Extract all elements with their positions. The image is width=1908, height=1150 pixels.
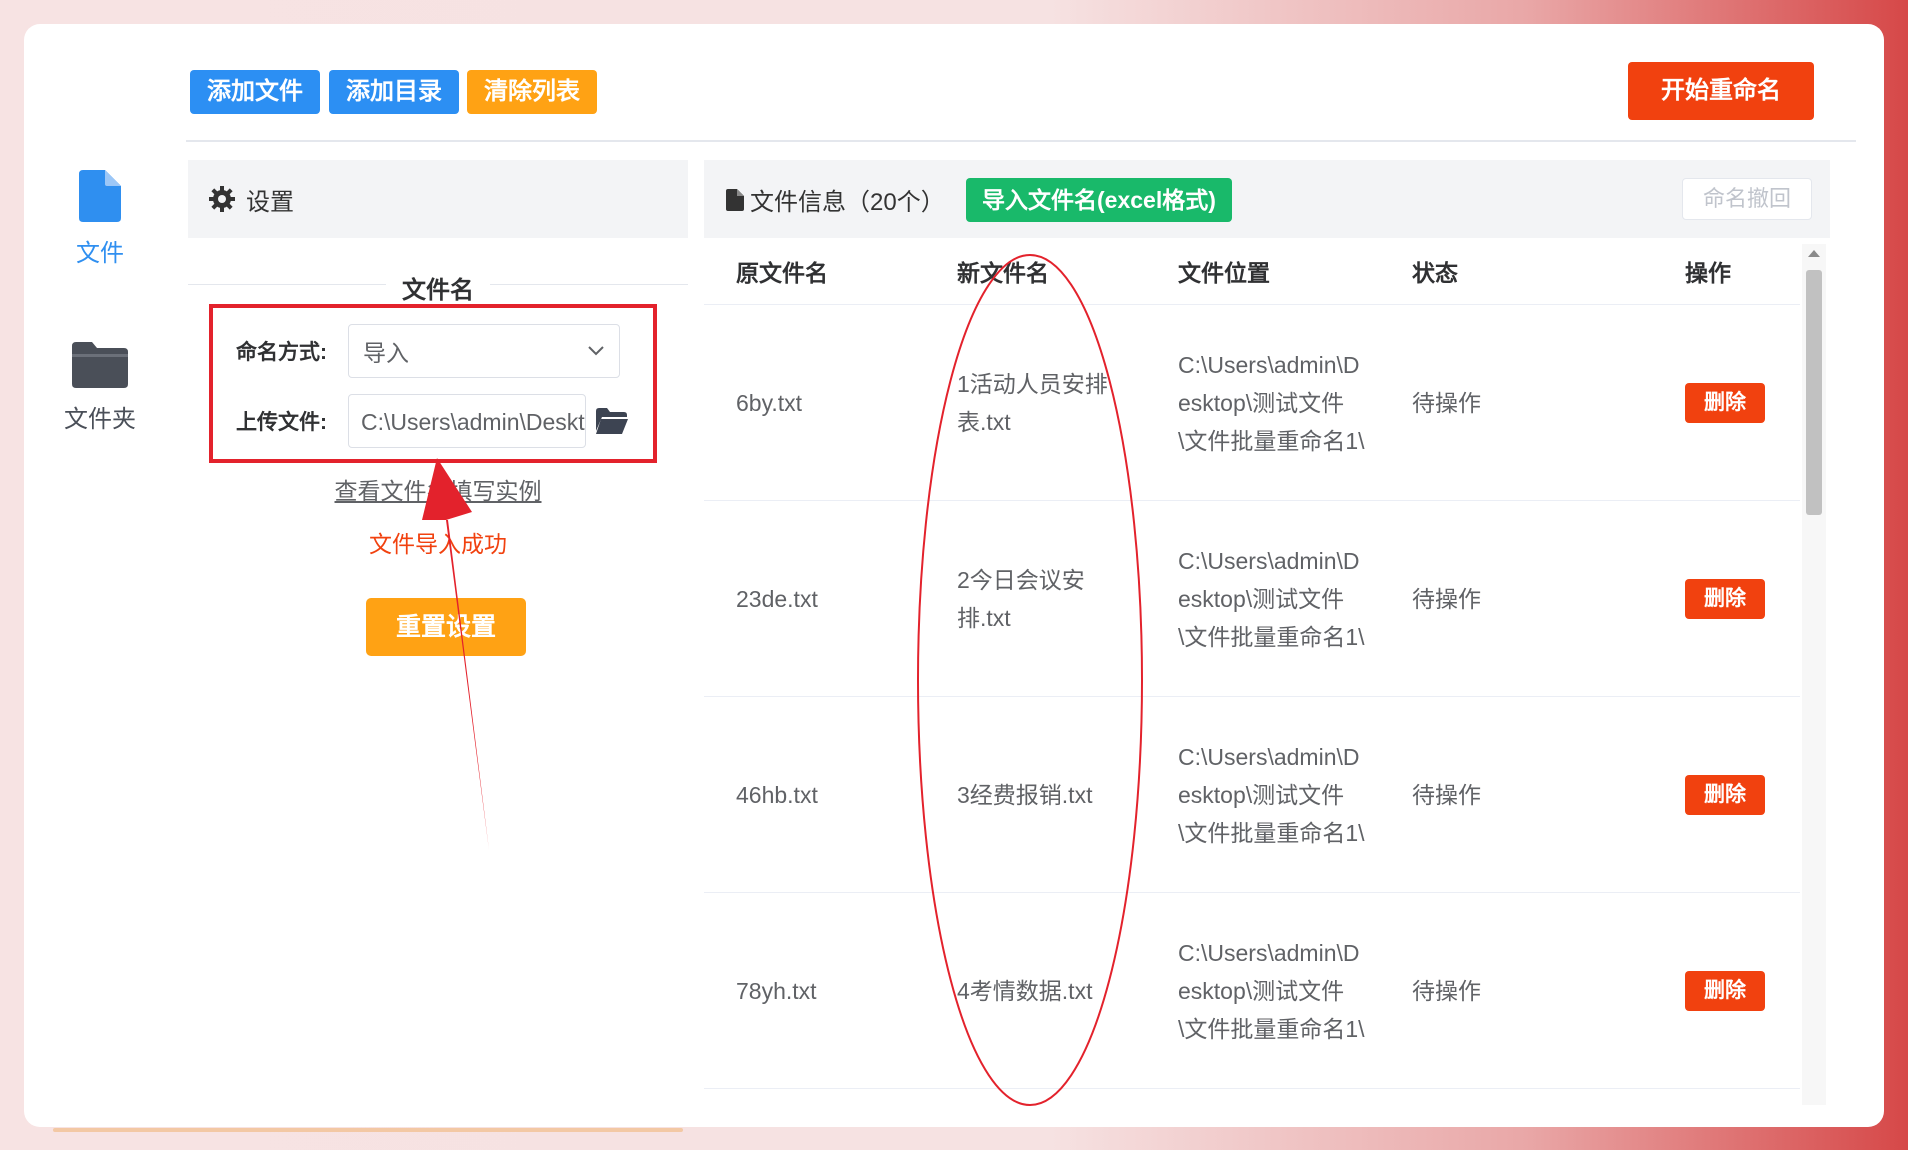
table-header-row: 原文件名 新文件名 文件位置 状态 操作 [704,238,1800,305]
delete-button[interactable]: 删除 [1685,579,1765,619]
bottom-accent-line [53,1128,683,1132]
gear-icon [209,186,235,212]
new-name-cell: 1活动人员安排表.txt [925,304,1146,501]
file-list-header: 文件信息（20个） 导入文件名(excel格式) 命名撤回 [704,160,1830,238]
settings-header: 设置 [188,160,688,238]
side-nav: 文件 文件夹 [30,30,170,1105]
file-list-panel: 文件信息（20个） 导入文件名(excel格式) 命名撤回 原文件名 新文件名 … [704,160,1830,1105]
file-info-title-wrap: 文件信息（20个） [726,182,945,217]
new-name-text: 3经费报销.txt [957,781,1093,808]
section-title-wrap: 文件名 [188,270,688,305]
scroll-up-arrow[interactable] [1808,250,1820,257]
table-row: 78yh.txt 4考情数据.txt C:\Users\admin\Deskto… [704,892,1800,1089]
path-cell: C:\Users\admin\Desktop\测试文件\文件批量重命名1\ [1146,696,1380,893]
table-row: 23de.txt 2今日会议安排.txt C:\Users\admin\Desk… [704,500,1800,697]
new-name-text: 2今日会议安排.txt [957,566,1085,631]
status-cell: 待操作 [1380,500,1653,697]
status-cell: 待操作 [1380,304,1653,501]
add-directory-button[interactable]: 添加目录 [329,70,459,114]
new-name-cell: 4考情数据.txt [925,892,1146,1089]
new-name-text: 1活动人员安排表.txt [957,370,1108,435]
new-name-cell: 2今日会议安排.txt [925,500,1146,697]
column-header: 操作 [1653,238,1800,305]
action-cell: 删除 [1653,892,1800,1089]
path-text: C:\Users\admin\Desktop\测试文件\文件批量重命名1\ [1178,743,1365,846]
table-row: 6by.txt 1活动人员安排表.txt C:\Users\admin\Desk… [704,304,1800,501]
original-name-cell: 78yh.txt [704,892,925,1089]
column-header: 新文件名 [925,238,1146,305]
delete-button[interactable]: 删除 [1685,383,1765,423]
column-header: 文件位置 [1146,238,1380,305]
new-name-text: 4考情数据.txt [957,977,1093,1004]
file-table: 原文件名 新文件名 文件位置 状态 操作 6by.txt 1活动人员安排表.tx… [704,238,1800,1089]
action-cell: 删除 [1653,304,1800,501]
file-icon [79,170,121,222]
path-cell: C:\Users\admin\Desktop\测试文件\文件批量重命名1\ [1146,892,1380,1089]
original-name-cell: 46hb.txt [704,696,925,893]
nav-item-folder-label: 文件夹 [64,406,136,433]
nav-item-file-label: 文件 [76,240,124,267]
undo-rename-button[interactable]: 命名撤回 [1682,178,1812,220]
delete-button[interactable]: 删除 [1685,971,1765,1011]
settings-title: 设置 [246,188,294,216]
status-cell: 待操作 [1380,892,1653,1089]
file-info-title: 文件信息（20个） [750,189,945,216]
add-file-button[interactable]: 添加文件 [190,70,320,114]
start-rename-button[interactable]: 开始重命名 [1628,62,1814,120]
nav-item-folder[interactable]: 文件夹 [30,340,170,434]
highlight-box [209,304,657,463]
nav-item-file[interactable]: 文件 [30,170,170,268]
scrollbar-thumb[interactable] [1806,270,1822,515]
import-success-message: 文件导入成功 [369,531,507,557]
path-cell: C:\Users\admin\Desktop\测试文件\文件批量重命名1\ [1146,304,1380,501]
path-text: C:\Users\admin\Desktop\测试文件\文件批量重命名1\ [1178,351,1365,454]
section-title: 文件名 [386,277,490,304]
path-text: C:\Users\admin\Desktop\测试文件\文件批量重命名1\ [1178,939,1365,1042]
folder-icon [72,342,128,388]
action-cell: 删除 [1653,696,1800,893]
path-text: C:\Users\admin\Desktop\测试文件\文件批量重命名1\ [1178,547,1365,650]
new-name-cell: 3经费报销.txt [925,696,1146,893]
original-name-cell: 6by.txt [704,304,925,501]
status-cell: 待操作 [1380,696,1653,893]
original-name-cell: 23de.txt [704,500,925,697]
path-cell: C:\Users\admin\Desktop\测试文件\文件批量重命名1\ [1146,500,1380,697]
table-row: 46hb.txt 3经费报销.txt C:\Users\admin\Deskto… [704,696,1800,893]
clear-list-button[interactable]: 清除列表 [467,70,597,114]
action-cell: 删除 [1653,500,1800,697]
reset-settings-button[interactable]: 重置设置 [366,598,526,656]
column-header: 状态 [1380,238,1653,305]
import-filenames-button[interactable]: 导入文件名(excel格式) [966,178,1232,222]
column-header: 原文件名 [704,238,925,305]
delete-button[interactable]: 删除 [1685,775,1765,815]
example-link[interactable]: 查看文件名填写实例 [188,472,688,506]
document-icon [726,188,744,211]
toolbar: 添加文件 添加目录 清除列表 开始重命名 [186,62,1856,142]
